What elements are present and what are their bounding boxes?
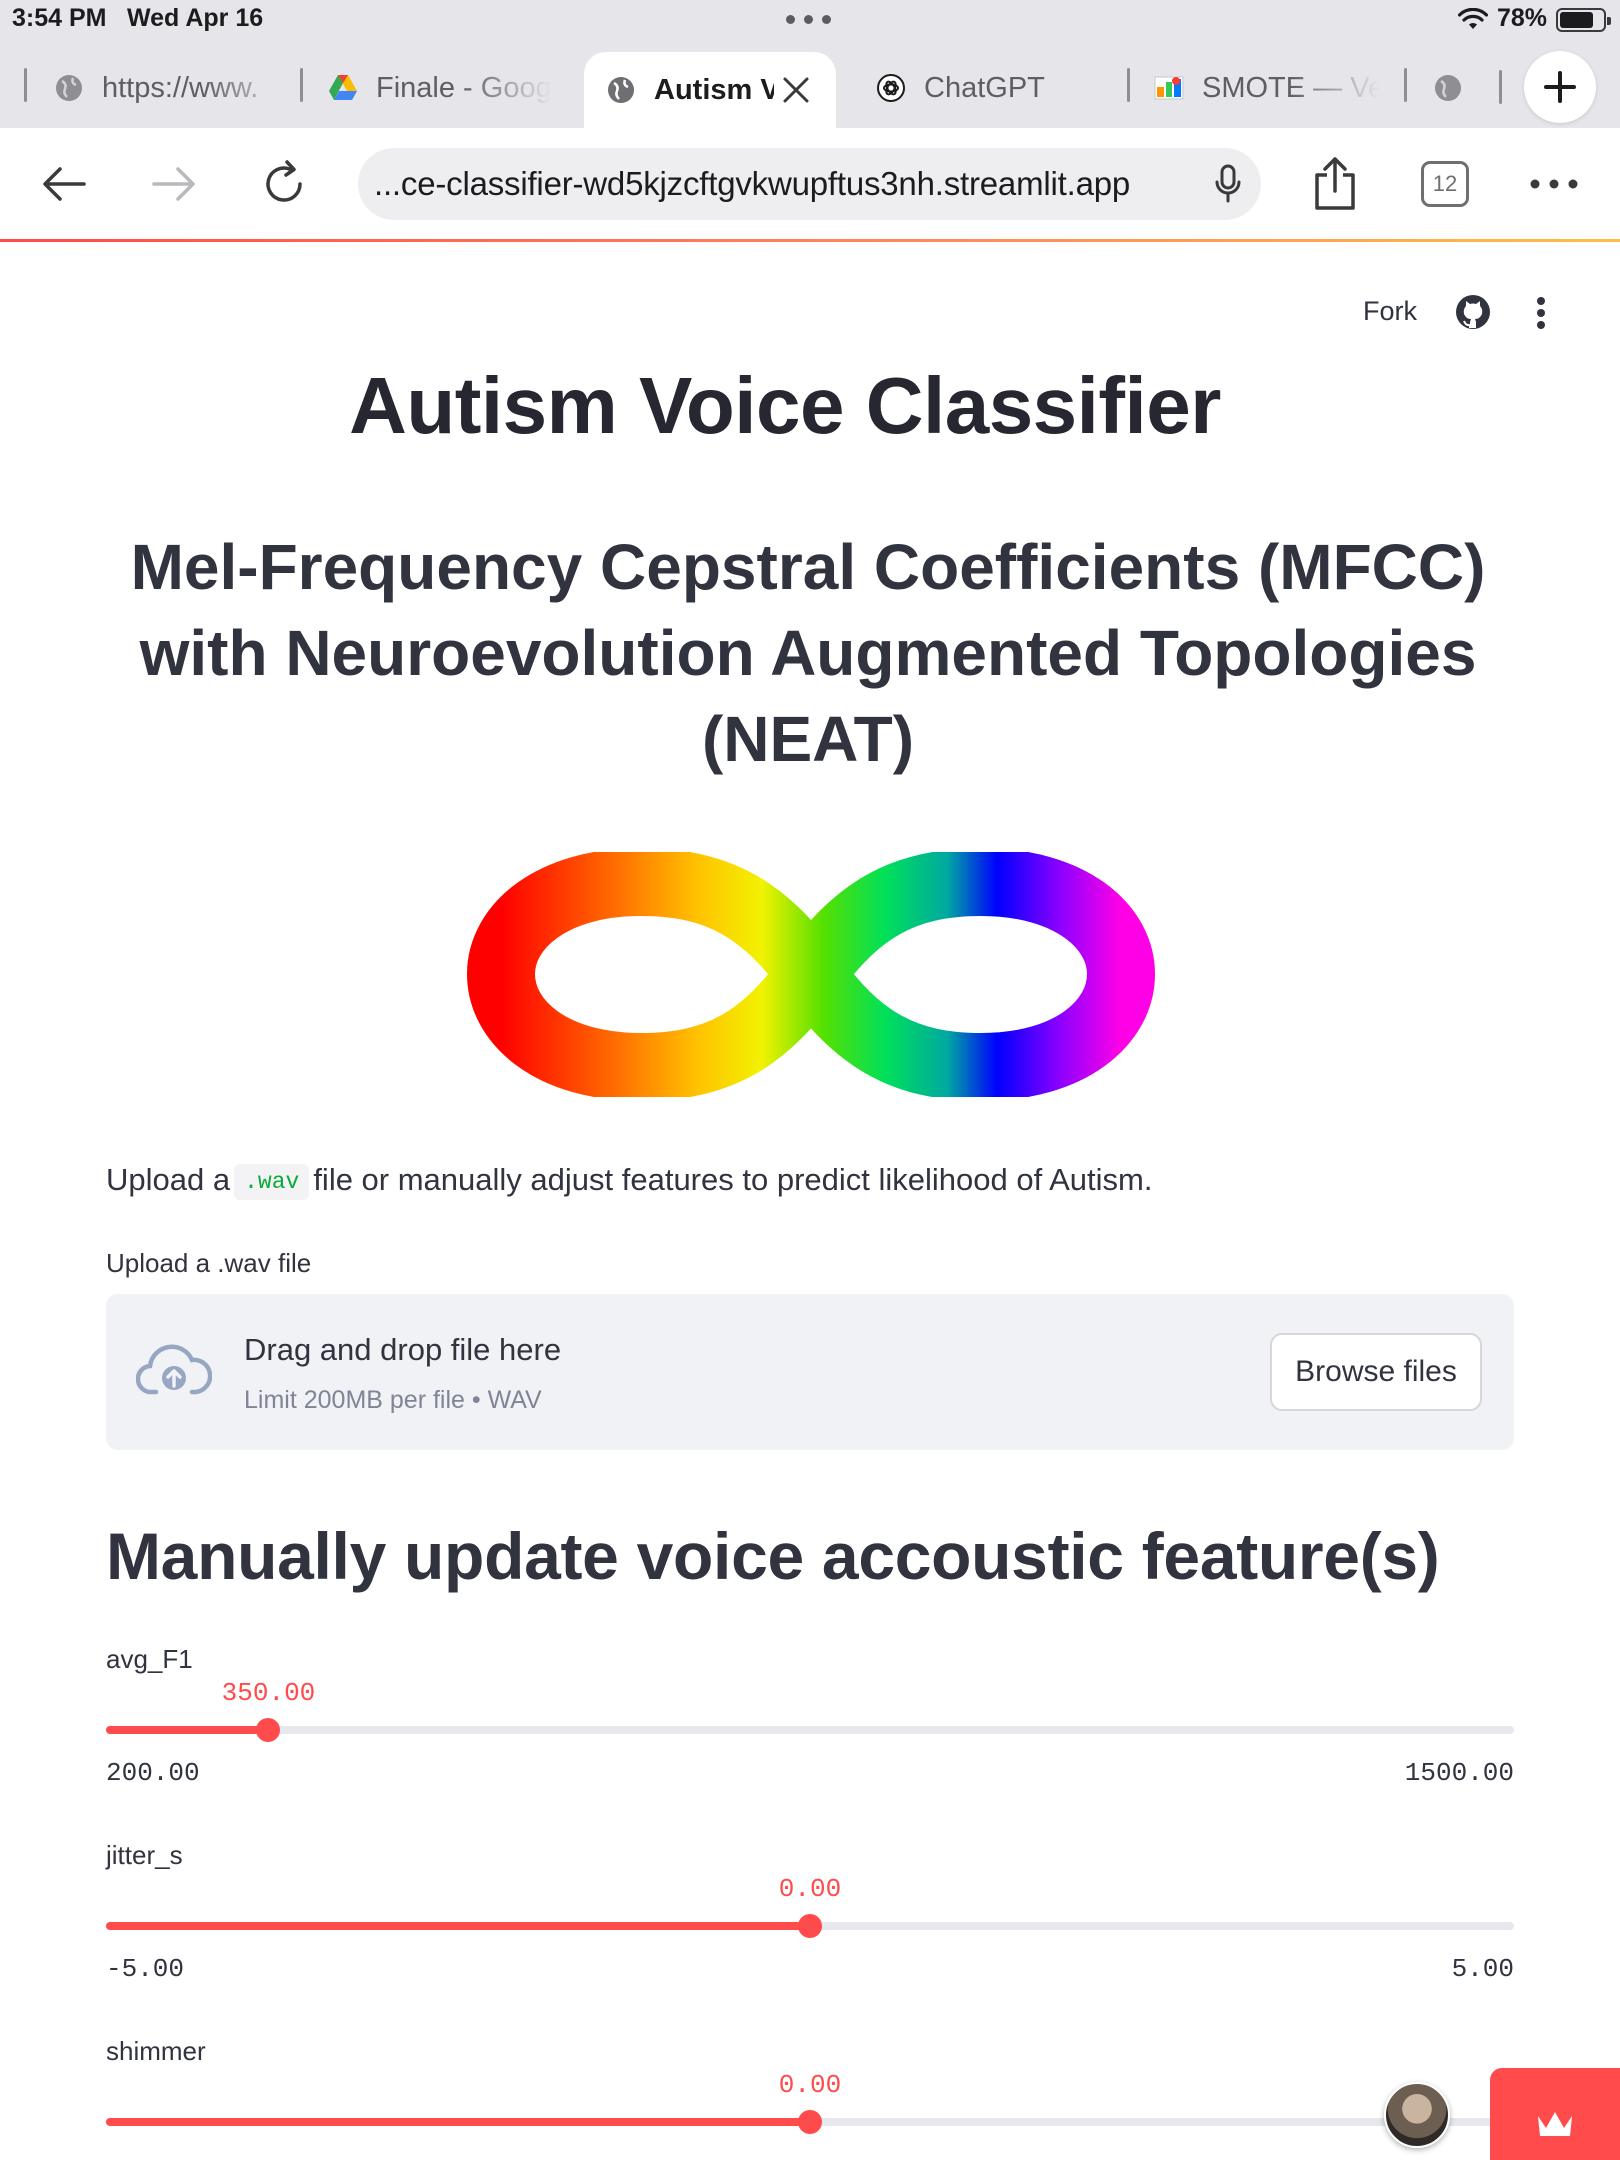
browser-toolbar: ...ce-classifier-wd5kjzcftgvkwupftus3nh.… [0, 128, 1620, 240]
globe-icon [54, 73, 84, 103]
slider-fill [106, 2118, 810, 2126]
forward-arrow-icon [152, 167, 195, 201]
back-button[interactable] [24, 128, 104, 240]
cloud-upload-icon [136, 1344, 212, 1395]
url-text: ...ce-classifier-wd5kjzcftgvkwupftus3nh.… [374, 165, 1131, 202]
code-snippet: .wav [234, 1164, 310, 1200]
slider-avg-f1[interactable]: 350.00 [106, 1678, 1514, 1742]
share-button[interactable] [1295, 128, 1375, 240]
share-icon [1315, 157, 1355, 210]
address-bar[interactable]: ...ce-classifier-wd5kjzcftgvkwupftus3nh.… [358, 148, 1261, 220]
google-drive-icon [328, 73, 358, 103]
tab-label: ChatGPT [924, 71, 1045, 104]
file-dropzone[interactable]: Drag and drop file here Limit 200MB per … [106, 1294, 1514, 1450]
status-time: 3:54 PM [12, 4, 107, 32]
slider-fill [106, 1726, 269, 1734]
slider-label-shimmer: shimmer [106, 2036, 206, 2066]
back-arrow-icon [43, 167, 86, 201]
page-subtitle: Mel-Frequency Cepstral Coefficients (MFC… [130, 531, 1486, 775]
wifi-icon [1458, 8, 1488, 29]
plus-icon [1544, 71, 1576, 103]
browse-files-button[interactable]: Browse files [1270, 1333, 1482, 1411]
page-load-progress [0, 239, 1620, 242]
section-title: Manually update voice accoustic feature(… [106, 1519, 1440, 1593]
slider-min: 200.00 [106, 1758, 200, 1788]
tab-count-button[interactable]: 12 [1421, 161, 1469, 207]
tab-4[interactable]: ChatGPT [876, 58, 1096, 118]
tab-6[interactable] [1433, 58, 1513, 118]
slider-label-jitter-s: jitter_s [106, 1840, 183, 1870]
microphone-icon[interactable] [1215, 164, 1241, 204]
globe-icon [1433, 73, 1463, 103]
streamlit-badge[interactable] [1490, 2068, 1620, 2160]
github-icon[interactable] [1455, 294, 1491, 330]
new-tab-button[interactable] [1524, 51, 1596, 123]
tab-separator [1127, 68, 1130, 102]
streamlit-menu-icon[interactable] [1536, 297, 1546, 329]
site-favicon-icon [1154, 73, 1184, 103]
tab-separator [300, 68, 303, 102]
globe-icon [606, 75, 636, 105]
slider-value: 0.00 [778, 2070, 842, 2100]
tab-strip: https://www. Finale - Goog Autism V Chat… [0, 40, 1620, 128]
forward-button[interactable] [134, 128, 214, 240]
slider-label-avg-f1: avg_F1 [106, 1644, 193, 1674]
slider-value: 350.00 [221, 1678, 316, 1708]
slider-fill [106, 1922, 810, 1930]
dropzone-limit: Limit 200MB per file • WAV [244, 1386, 542, 1414]
more-options-button[interactable] [1514, 128, 1594, 240]
tab-1[interactable]: https://www. [54, 58, 294, 118]
tab-5[interactable]: SMOTE — Ve [1154, 58, 1380, 118]
battery-icon [1556, 8, 1611, 32]
slider-shimmer[interactable]: 0.00 [106, 2070, 1514, 2134]
fork-link[interactable]: Fork [1363, 296, 1417, 327]
tab-2[interactable]: Finale - Goog [328, 58, 552, 118]
slider-min: -5.00 [106, 1954, 185, 1984]
multitasking-dots-icon[interactable] [786, 15, 832, 24]
slider-max: 5.00 [1451, 1954, 1514, 1984]
avatar[interactable] [1384, 2082, 1450, 2148]
chatgpt-icon [876, 73, 906, 103]
tab-separator [1404, 68, 1407, 102]
page-title: Autism Voice Classifier [349, 361, 1221, 450]
battery-percent: 78% [1497, 4, 1548, 32]
dropzone-title: Drag and drop file here [244, 1332, 562, 1367]
slider-value: 0.00 [778, 1874, 842, 1904]
status-date: Wed Apr 16 [127, 4, 264, 32]
intro-text: Upload a .wav file or manually adjust feat… [106, 1162, 1152, 1200]
tab-separator [24, 68, 27, 102]
slider-max: 1500.00 [1404, 1758, 1514, 1788]
tab-label: Autism V [654, 73, 774, 106]
upload-label: Upload a .wav file [106, 1248, 312, 1278]
rainbow-infinity-logo [467, 852, 1155, 1097]
more-horizontal-icon [1530, 179, 1578, 189]
reload-button[interactable] [244, 128, 324, 240]
reload-icon [266, 160, 302, 202]
slider-thumb[interactable] [798, 1914, 822, 1938]
close-tab-icon[interactable] [782, 76, 810, 104]
slider-thumb[interactable] [798, 2110, 822, 2134]
tab-active[interactable]: Autism V [584, 52, 836, 128]
slider-jitter-s[interactable]: 0.00 [106, 1874, 1514, 1938]
status-bar: 3:54 PM Wed Apr 16 78% [0, 0, 1620, 40]
slider-thumb[interactable] [256, 1718, 281, 1742]
crown-icon [1538, 2112, 1572, 2136]
